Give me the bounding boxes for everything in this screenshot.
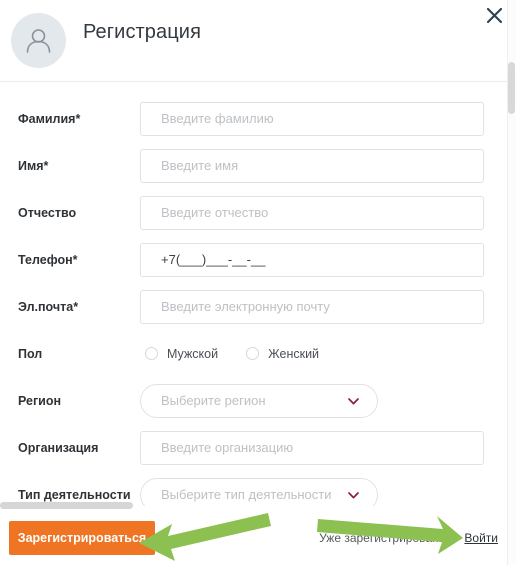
login-link[interactable]: Войти	[464, 531, 498, 545]
radio-label-female: Женский	[268, 346, 320, 361]
radio-circle-female[interactable]	[246, 347, 260, 360]
registration-form: Фамилия* Имя* Отчество Телефон*	[0, 83, 516, 512]
organization-input[interactable]	[140, 430, 484, 465]
label-email: Эл.почта*	[18, 299, 79, 314]
field-wrap-firstname	[140, 148, 484, 183]
label-organization: Организация	[18, 440, 99, 455]
region-select[interactable]: Выберите регион	[140, 383, 378, 418]
dialog-footer: Зарегистрироваться Уже зарегистрированы?…	[0, 506, 516, 565]
chevron-down-icon	[348, 486, 359, 504]
lastname-input[interactable]	[140, 101, 484, 136]
radio-circle-male[interactable]	[145, 347, 158, 360]
region-select-value: Выберите регион	[161, 393, 266, 408]
field-wrap-phone	[140, 242, 484, 277]
dialog-header: Регистрация	[0, 0, 516, 82]
field-wrap-gender: Мужской Женский	[145, 347, 347, 361]
register-button[interactable]: Зарегистрироваться	[9, 521, 155, 555]
label-activity-type: Тип деятельности	[18, 487, 131, 502]
login-hint-text: Уже зарегистрированы?	[319, 531, 454, 545]
label-lastname: Фамилия*	[18, 111, 81, 126]
form-row-phone: Телефон*	[0, 236, 516, 283]
phone-input[interactable]	[140, 242, 484, 277]
firstname-input[interactable]	[140, 148, 484, 183]
vertical-scrollbar-track[interactable]	[507, 0, 516, 565]
label-gender: Пол	[18, 346, 43, 361]
gender-option-female[interactable]: Женский	[246, 347, 319, 361]
gender-option-male[interactable]: Мужской	[145, 347, 218, 361]
form-row-organization: Организация	[0, 424, 516, 471]
field-wrap-email	[140, 289, 484, 324]
vertical-scrollbar-thumb[interactable]	[508, 62, 515, 114]
form-row-gender: Пол Мужской Женский	[0, 330, 516, 377]
user-avatar-icon	[11, 13, 66, 68]
form-row-lastname: Фамилия*	[0, 95, 516, 142]
activity-type-select-value: Выберите тип деятельности	[161, 487, 332, 502]
label-phone: Телефон*	[18, 252, 78, 267]
form-row-middlename: Отчество	[0, 189, 516, 236]
middlename-input[interactable]	[140, 195, 484, 230]
label-firstname: Имя*	[18, 158, 49, 173]
form-row-region: Регион Выберите регион	[0, 377, 516, 424]
email-input[interactable]	[140, 289, 484, 324]
page-title: Регистрация	[83, 21, 202, 43]
form-row-email: Эл.почта*	[0, 283, 516, 330]
close-icon[interactable]	[481, 2, 507, 28]
radio-label-male: Мужской	[167, 346, 219, 361]
registration-dialog: Регистрация Фамилия* Имя* Отчество	[0, 0, 516, 565]
label-region: Регион	[18, 393, 62, 408]
field-wrap-middlename	[140, 195, 484, 230]
label-middlename: Отчество	[18, 205, 77, 220]
chevron-down-icon	[348, 392, 359, 410]
horizontal-scrollbar-thumb[interactable]	[0, 502, 133, 509]
form-row-firstname: Имя*	[0, 142, 516, 189]
field-wrap-organization	[140, 430, 484, 465]
field-wrap-lastname	[140, 101, 484, 136]
field-wrap-region: Выберите регион	[140, 383, 378, 418]
gender-radio-group: Мужской Женский	[145, 347, 347, 361]
